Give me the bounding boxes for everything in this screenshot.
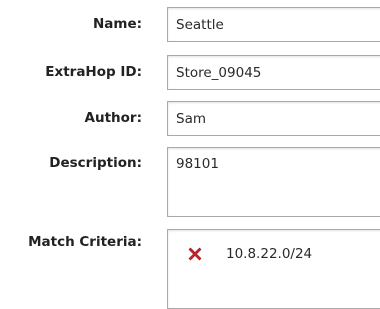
description-value: 98101 [176,156,219,172]
extrahop-id-value: Store_09045 [176,65,262,81]
match-criteria-value: 10.8.22.0/24 [226,246,313,262]
description-textarea[interactable]: 98101 [167,147,380,217]
name-field[interactable]: Seattle [167,7,380,42]
author-field[interactable]: Sam [167,101,380,136]
name-label: Name: [92,16,142,32]
remove-icon[interactable] [186,245,204,263]
match-criteria-label: Match Criteria: [28,234,142,250]
match-criteria-box: 10.8.22.0/24 [167,229,380,309]
extrahop-id-label: ExtraHop ID: [45,64,142,80]
extrahop-id-field[interactable]: Store_09045 [167,55,380,90]
match-criteria-item: 10.8.22.0/24 [186,244,312,264]
red-x-icon [188,247,202,261]
author-value: Sam [176,111,206,127]
author-label: Author: [84,110,142,126]
description-label: Description: [49,155,142,171]
name-value: Seattle [176,17,224,33]
